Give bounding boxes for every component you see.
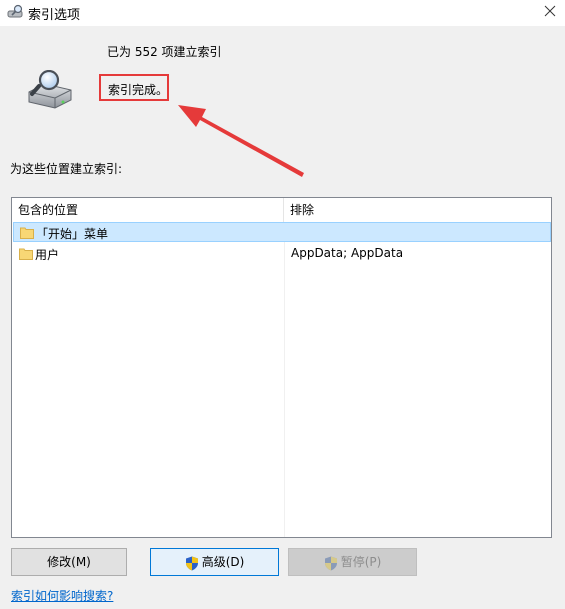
drive-search-icon: [25, 69, 75, 112]
indexing-options-icon: [7, 4, 25, 20]
indexed-locations-list[interactable]: 包含的位置 排除 「开始」菜单 用户 AppData; AppData: [11, 197, 552, 538]
help-link[interactable]: 索引如何影响搜索?: [11, 587, 113, 604]
column-header-exclude[interactable]: 排除: [284, 198, 551, 222]
locations-section-label: 为这些位置建立索引:: [10, 162, 123, 176]
list-item-start-menu[interactable]: 「开始」菜单: [13, 222, 551, 242]
indexed-count-text: 已为 552 项建立索引: [107, 45, 222, 59]
list-item-users[interactable]: 用户 AppData; AppData: [13, 244, 551, 264]
indexing-status-text: 索引完成。: [108, 83, 169, 97]
annotation-arrow-icon: [178, 105, 304, 177]
advanced-button-label: 高级(D): [201, 555, 245, 569]
close-button[interactable]: [535, 0, 565, 24]
pause-button-label: 暂停(P): [340, 555, 382, 569]
title-bar[interactable]: 索引选项: [0, 0, 565, 26]
advanced-button[interactable]: 高级(D): [150, 548, 279, 576]
folder-icon: [20, 226, 34, 239]
column-header-included-locations[interactable]: 包含的位置: [12, 198, 284, 222]
location-name: 「开始」菜单: [36, 227, 109, 241]
location-name: 用户: [35, 248, 60, 262]
modify-button[interactable]: 修改(M): [11, 548, 127, 576]
uac-shield-icon: [185, 554, 199, 571]
location-exclude: AppData; AppData: [291, 246, 404, 260]
uac-shield-icon: [324, 554, 338, 571]
column-divider: [284, 222, 285, 537]
pause-button[interactable]: 暂停(P): [288, 548, 417, 576]
folder-icon: [19, 247, 33, 260]
indexing-status-highlight: 索引完成。: [99, 74, 169, 101]
close-icon: [544, 5, 556, 17]
modify-button-label: 修改(M): [47, 555, 91, 569]
window-title: 索引选项: [28, 8, 81, 23]
indexing-options-window: 索引选项 已为 552 项建立索引 索引完成。 为这些位置建立索引: 包含的位置…: [0, 0, 565, 609]
